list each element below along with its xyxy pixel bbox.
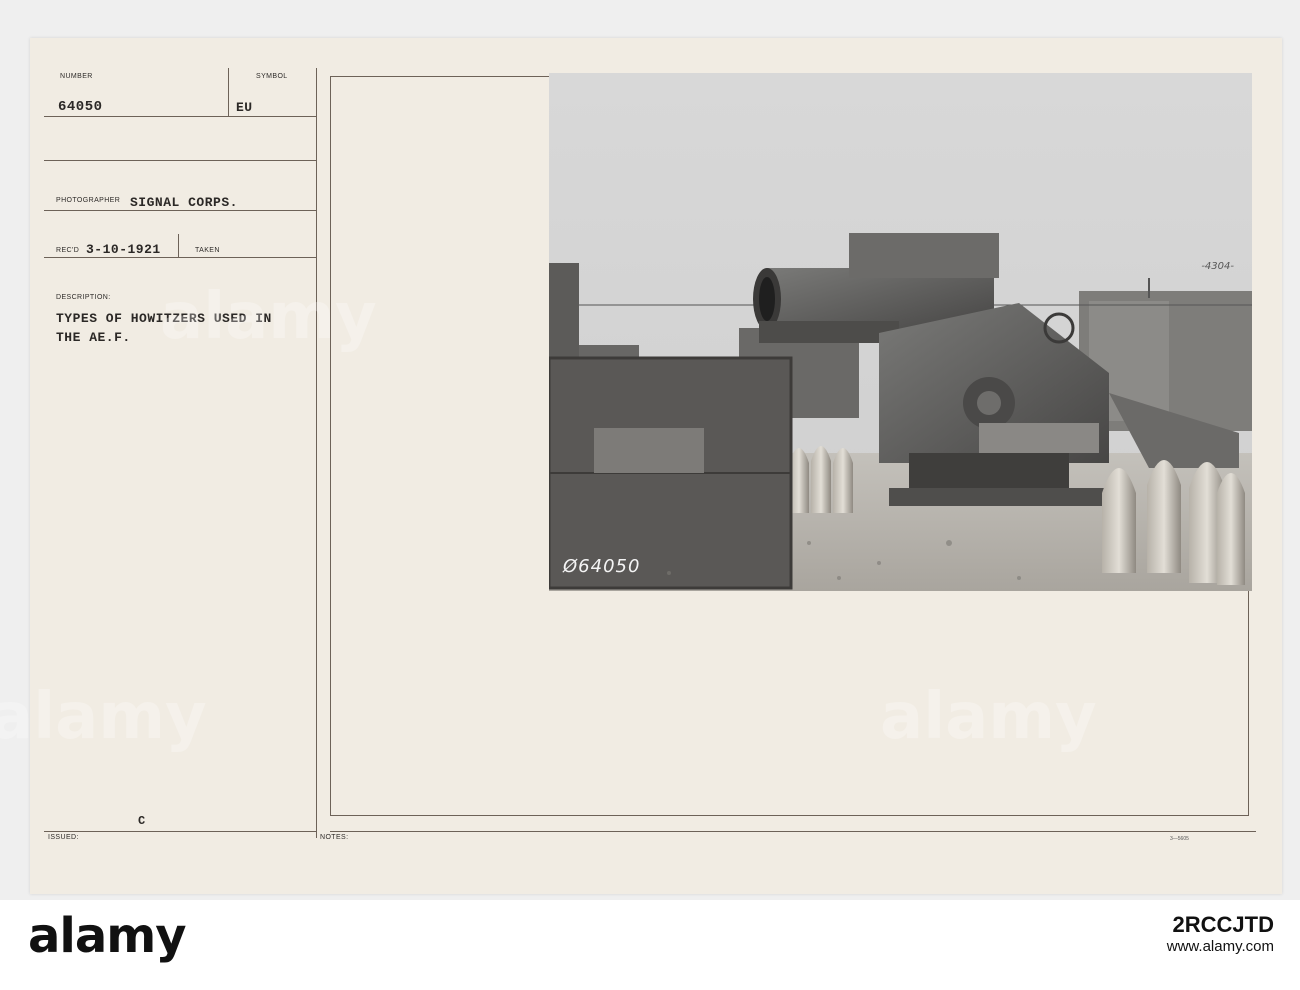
description-label: DESCRIPTION: [56,294,111,301]
number-value: 64050 [58,99,103,115]
site-url: www.alamy.com [1166,938,1274,955]
rule [330,831,1256,832]
watermark-band [0,900,1300,990]
issued-mark: C [138,814,146,828]
column-divider [316,68,317,838]
rule [44,831,316,832]
howitzer-photo: Ø64050 -4304- [549,73,1252,591]
rule [44,257,316,258]
negative-number: Ø64050 [563,556,641,577]
photographer-value: SIGNAL CORPS. [130,195,238,210]
description-line-2: THE AE.F. [56,330,131,345]
recd-value: 3-10-1921 [86,242,161,257]
rule [44,210,316,211]
image-id: 2RCCJTD [1172,912,1274,937]
number-symbol-divider [228,68,229,116]
rule [44,160,316,161]
symbol-value: EU [236,100,253,115]
form-code: 3—5605 [1170,836,1189,842]
alamy-logo: alamy [28,908,187,964]
image-reference: 2RCCJTD www.alamy.com [1167,912,1274,955]
taken-label: TAKEN [195,247,220,254]
notes-label: NOTES: [320,834,349,841]
issued-label: ISSUED: [48,834,79,841]
photo-corner-tag: -4304- [1201,261,1234,272]
rule [44,116,316,117]
description-line-1: TYPES OF HOWITZERS USED IN [56,311,272,326]
photographer-label: PHOTOGRAPHER [56,197,121,204]
record-card: NUMBER SYMBOL 64050 EU PHOTOGRAPHER SIGN… [30,38,1282,894]
number-label: NUMBER [60,73,93,80]
symbol-label: SYMBOL [256,73,288,80]
recd-label: REC'D [56,247,80,254]
howitzer-photo-illustration [549,73,1252,591]
recd-taken-divider [178,234,179,258]
